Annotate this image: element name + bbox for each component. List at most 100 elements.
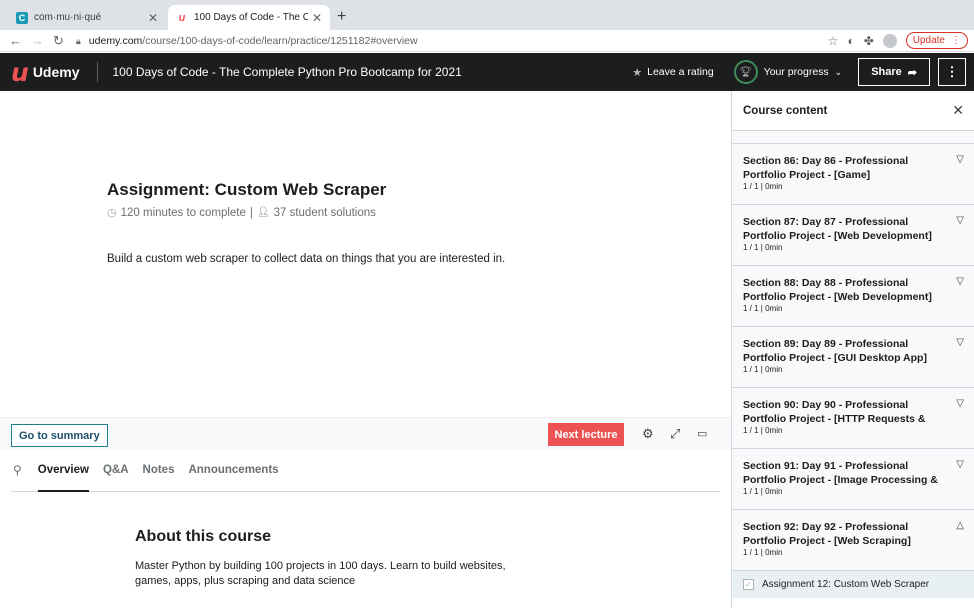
url-host: udemy.com xyxy=(88,35,143,47)
section-item[interactable]: Section 87: Day 87 - Professional Portfo… xyxy=(732,205,974,266)
section-meta: 1 / 1 | 0min xyxy=(743,365,783,374)
meta-separator: | xyxy=(249,206,253,219)
section-meta: 1 / 1 | 0min xyxy=(743,426,783,435)
extension-circle-icon[interactable]: ◐ xyxy=(847,34,854,48)
chevron-down-icon: ▽ xyxy=(956,276,964,287)
your-progress-button[interactable]: 🏆︎ Your progress ⌄ xyxy=(733,60,843,84)
browser-tab-bar: C com·mu·ni·qué ✕ u 100 Days of Code - T… xyxy=(0,0,974,30)
udemy-favicon-icon: u xyxy=(178,11,186,24)
tab-qa[interactable]: Q&A xyxy=(103,460,129,492)
logo-text: Udemy xyxy=(32,64,80,80)
section-title: Section 86: Day 86 - Professional Portfo… xyxy=(743,155,909,181)
course-title[interactable]: 100 Days of Code - The Complete Python P… xyxy=(113,65,462,79)
browser-tab-udemy[interactable]: u 100 Days of Code - The Complete ✕ xyxy=(168,5,330,30)
section-title: Section 87: Day 87 - Professional Portfo… xyxy=(743,216,932,242)
address-bar: ← → ↻ 🔒︎ udemy.com/course/100-days-of-co… xyxy=(0,30,974,52)
tab-notes[interactable]: Notes xyxy=(143,460,175,492)
header-divider xyxy=(96,62,98,82)
section-item-expanded[interactable]: Section 92: Day 92 - Professional Portfo… xyxy=(732,510,974,571)
section-item[interactable]: Section 91: Day 91 - Professional Portfo… xyxy=(732,449,974,510)
about-course-title: About this course xyxy=(135,528,272,545)
section-meta: 1 / 1 | 0min xyxy=(743,548,783,557)
new-tab-icon[interactable]: + xyxy=(337,8,346,26)
udemy-header: u Udemy 100 Days of Code - The Complete … xyxy=(0,53,974,91)
course-content-sidebar: Course content ✕ Section 86: Day 86 - Pr… xyxy=(731,91,974,608)
forward-arrow-icon[interactable]: → xyxy=(31,33,44,48)
user-icon: 👤︎ xyxy=(256,207,270,218)
assignment-description: Build a custom web scraper to collect da… xyxy=(107,253,506,265)
chevron-down-icon: ▽ xyxy=(956,398,964,409)
back-arrow-icon[interactable]: ← xyxy=(9,33,22,48)
section-item[interactable]: Section 90: Day 90 - Professional Portfo… xyxy=(732,388,974,449)
trophy-icon: 🏆︎ xyxy=(733,60,758,84)
section-item[interactable]: Section 89: Day 89 - Professional Portfo… xyxy=(732,327,974,388)
completed-checkbox[interactable]: ✓ xyxy=(743,579,754,590)
section-meta: 1 / 1 | 0min xyxy=(743,182,783,191)
lock-icon: 🔒︎ xyxy=(76,35,81,46)
reload-icon[interactable]: ↻ xyxy=(53,33,64,49)
section-meta: 1 / 1 | 0min xyxy=(743,304,783,313)
share-button[interactable]: Share ➦ xyxy=(858,58,930,86)
next-lecture-button[interactable]: Next lecture xyxy=(548,423,624,446)
chevron-down-icon: ⌄ xyxy=(834,66,843,77)
chevron-down-icon: ▽ xyxy=(956,154,964,165)
fullscreen-icon[interactable]: ⤢ xyxy=(670,426,680,442)
star-icon: ★ xyxy=(632,66,643,79)
student-solutions: 37 student solutions xyxy=(273,206,376,219)
chevron-down-icon: ▽ xyxy=(956,215,964,226)
lecture-item[interactable]: ✓ Assignment 12: Custom Web Scraper xyxy=(732,571,974,598)
main-content: Assignment: Custom Web Scraper ◷ 120 min… xyxy=(0,91,731,608)
section-title: Section 90: Day 90 - Professional Portfo… xyxy=(743,399,926,425)
browser-tab-communique[interactable]: C com·mu·ni·qué ✕ xyxy=(8,5,166,30)
bookmark-star-icon[interactable]: ☆ xyxy=(828,34,839,48)
close-tab-icon[interactable]: ✕ xyxy=(312,11,322,25)
tab-title: com·mu·ni·qué xyxy=(34,12,102,23)
clock-icon: ◷ xyxy=(107,207,117,219)
course-tabs: ⚲ Overview Q&A Notes Announcements xyxy=(11,460,720,492)
section-item[interactable]: Section 86: Day 86 - Professional Portfo… xyxy=(732,144,974,205)
url-path: /course/100-days-of-code/learn/practice/… xyxy=(142,35,418,47)
theater-mode-icon[interactable]: ▭ xyxy=(697,427,707,440)
url-field[interactable]: 🔒︎ udemy.com/course/100-days-of-code/lea… xyxy=(76,32,844,50)
section-meta: 1 / 1 | 0min xyxy=(743,487,783,496)
update-button[interactable]: Update ⋮ xyxy=(905,32,968,49)
update-label: Update xyxy=(912,35,945,46)
close-tab-icon[interactable]: ✕ xyxy=(148,11,158,25)
share-arrow-icon: ➦ xyxy=(907,66,917,79)
assignment-duration: 120 minutes to complete xyxy=(120,206,246,219)
sidebar-header: Course content ✕ xyxy=(732,91,974,131)
assignment-meta: ◷ 120 minutes to complete | 👤︎ 37 studen… xyxy=(107,206,376,220)
tab-overview[interactable]: Overview xyxy=(37,460,89,492)
lecture-title: Assignment 12: Custom Web Scraper xyxy=(762,579,930,590)
leave-rating-button[interactable]: ★ Leave a rating xyxy=(632,66,713,79)
section-partial xyxy=(732,131,974,144)
section-title: Section 92: Day 92 - Professional Portfo… xyxy=(743,521,911,547)
chevron-down-icon: ▽ xyxy=(956,459,964,470)
lecture-control-bar: Go to summary Next lecture ⚙ ⤢ ▭ xyxy=(0,417,731,450)
assignment-title: Assignment: Custom Web Scraper xyxy=(107,180,387,199)
tab-announcements[interactable]: Announcements xyxy=(188,460,278,492)
section-title: Section 89: Day 89 - Professional Portfo… xyxy=(743,338,927,364)
section-title: Section 88: Day 88 - Professional Portfo… xyxy=(743,277,932,303)
settings-gear-icon[interactable]: ⚙ xyxy=(642,426,654,442)
udemy-logo-icon: u xyxy=(11,57,29,87)
udemy-logo[interactable]: u Udemy xyxy=(11,58,80,87)
section-title: Section 91: Day 91 - Professional Portfo… xyxy=(743,460,938,486)
tab-title: 100 Days of Code - The Complete xyxy=(194,12,308,23)
more-options-icon[interactable]: ⋮ xyxy=(938,58,966,86)
section-meta: 1 / 1 | 0min xyxy=(743,243,783,252)
share-label: Share xyxy=(871,66,902,78)
profile-avatar[interactable] xyxy=(882,33,897,48)
progress-label: Your progress xyxy=(763,66,829,78)
about-course-description: Master Python by building 100 projects i… xyxy=(135,560,506,587)
search-icon[interactable]: ⚲ xyxy=(13,463,22,477)
rating-label: Leave a rating xyxy=(647,66,714,78)
section-item[interactable]: Section 88: Day 88 - Professional Portfo… xyxy=(732,266,974,327)
extensions-puzzle-icon[interactable]: ✤ xyxy=(864,34,874,48)
close-icon[interactable]: ✕ xyxy=(952,102,964,119)
chevron-up-icon: △ xyxy=(956,520,964,531)
sidebar-title: Course content xyxy=(743,104,828,117)
chrome-menu-icon: ⋮ xyxy=(951,35,961,46)
go-to-summary-button[interactable]: Go to summary xyxy=(11,424,108,447)
communique-favicon-icon: C xyxy=(16,11,28,24)
